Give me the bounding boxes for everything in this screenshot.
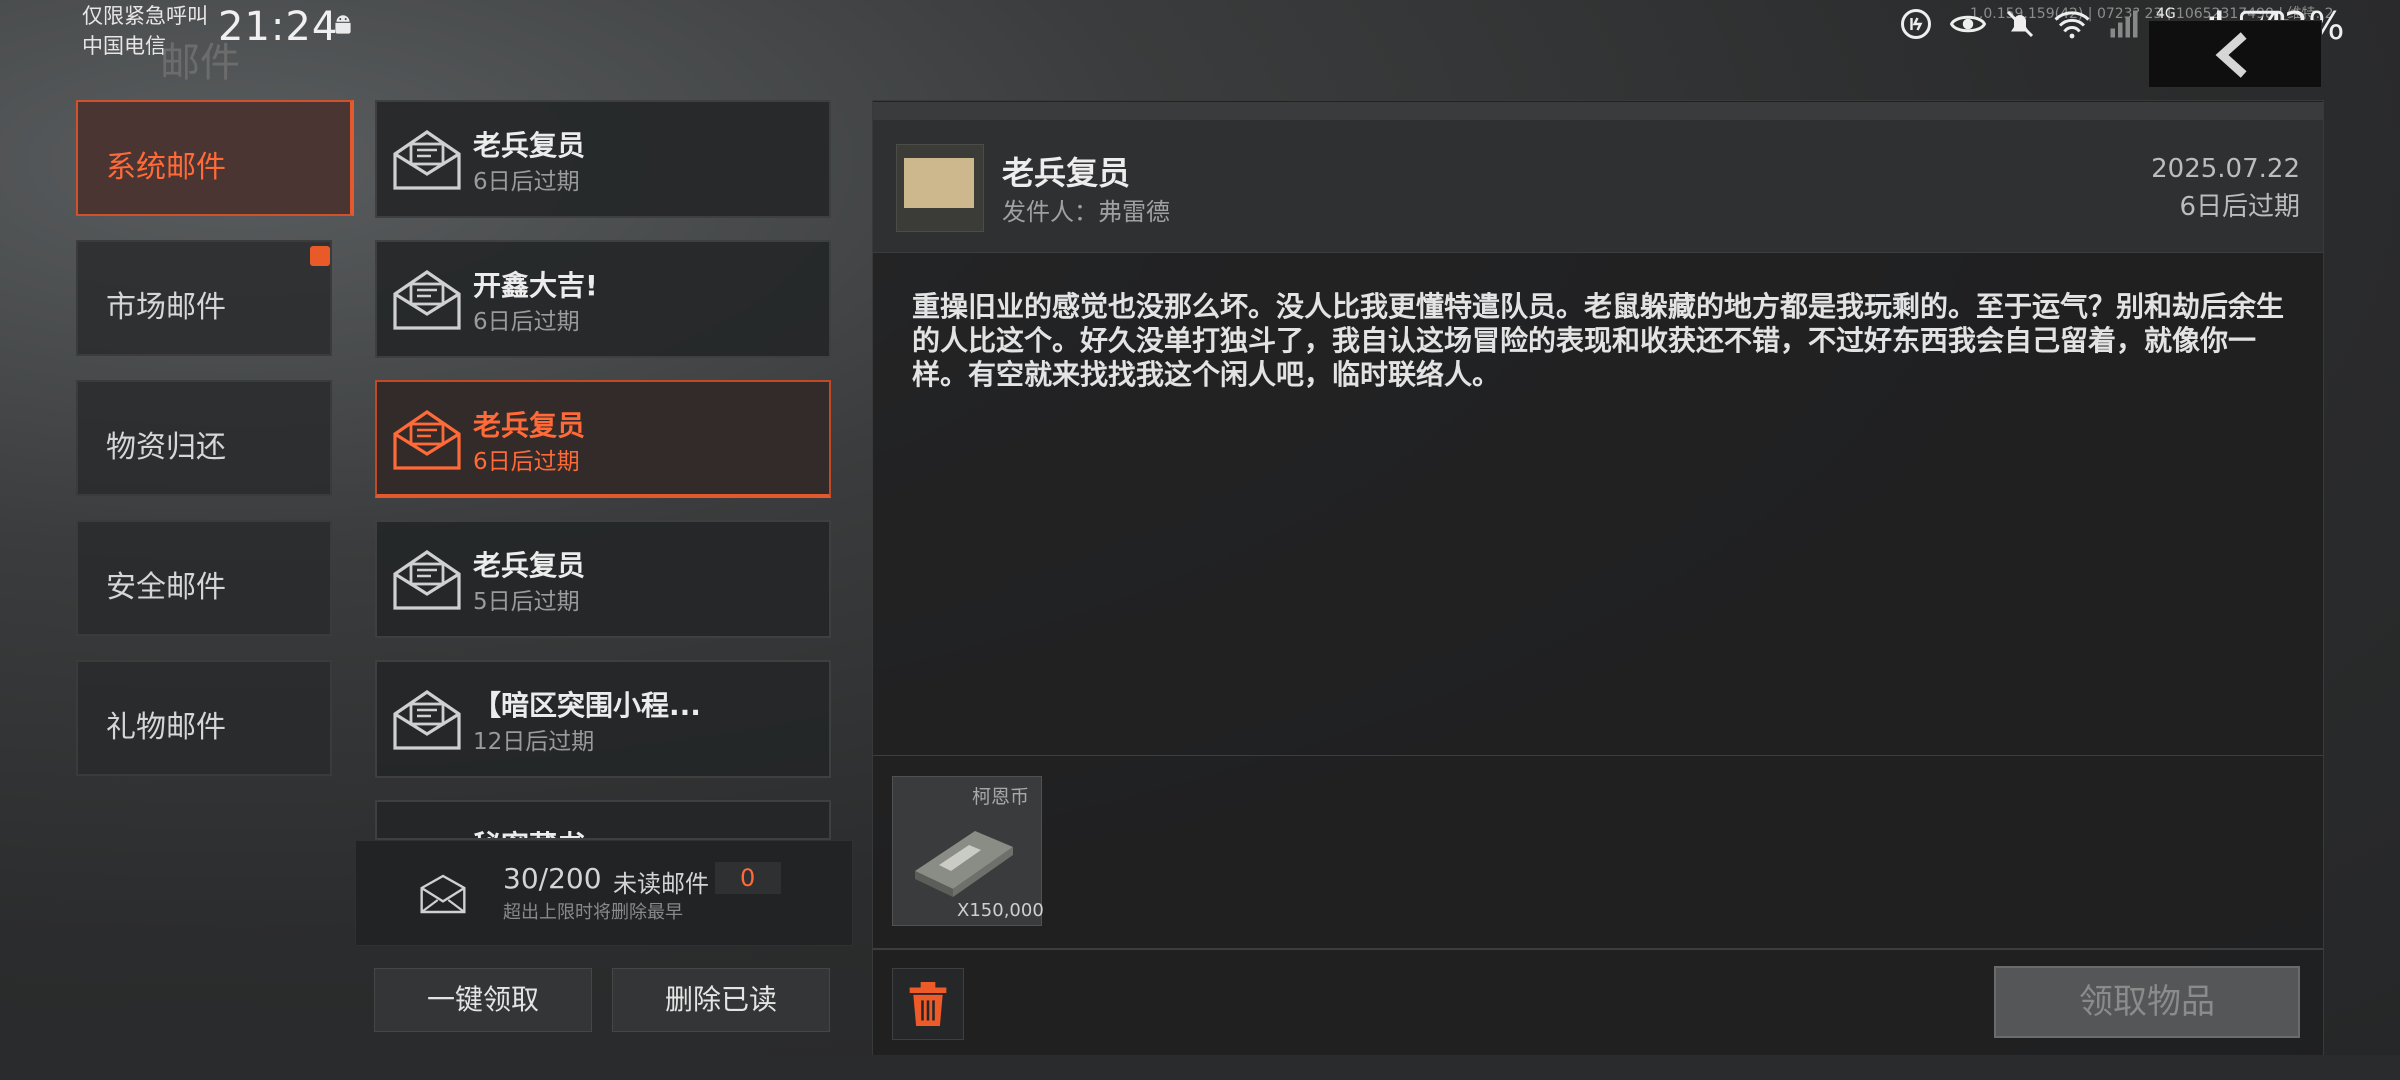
mail-expiry: 6日后过期 xyxy=(473,309,580,335)
unread-count: 0 xyxy=(740,864,756,892)
mail-item[interactable]: 【暗区突围小程... 12日后过期 xyxy=(375,660,831,778)
mail-date: 2025.07.22 xyxy=(2151,154,2300,184)
category-gift-mail[interactable]: 礼物邮件 xyxy=(76,660,332,776)
mail-detail-expiry: 6日后过期 xyxy=(2179,192,2300,222)
cash-bundle-icon xyxy=(915,831,1013,897)
mail-title: 老兵复员 xyxy=(473,549,586,582)
envelope-open-icon xyxy=(393,130,461,190)
chevron-left-icon xyxy=(2215,32,2247,78)
delete-read-button[interactable]: 删除已读 xyxy=(612,968,830,1032)
mail-expiry: 5日后过期 xyxy=(473,589,580,615)
envelope-icon xyxy=(420,874,466,914)
new-badge-icon xyxy=(310,246,330,266)
category-label: 物资归还 xyxy=(106,430,226,465)
mail-title: 【暗区突围小程... xyxy=(473,689,701,722)
mail-expiry: 6日后过期 xyxy=(473,449,580,475)
category-system-mail[interactable]: 系统邮件 xyxy=(76,100,354,216)
claim-items-button[interactable]: 领取物品 xyxy=(1994,966,2300,1038)
claim-all-button[interactable]: 一键领取 xyxy=(374,968,592,1032)
mail-item[interactable]: 老兵复员 6日后过期 xyxy=(375,100,831,218)
mail-body: 重操旧业的感觉也没那么坏。没人比我更懂特遣队员。老鼠躲藏的地方都是我玩剩的。至于… xyxy=(912,290,2285,391)
emergency-call-text: 仅限紧急呼叫 xyxy=(82,4,208,28)
divider xyxy=(873,755,2323,756)
divider xyxy=(873,948,2323,950)
unread-label: 未读邮件 xyxy=(613,870,709,898)
mail-sender: 发件人：弗雷德 xyxy=(1002,198,1170,226)
limit-note: 超出上限时将删除最早 xyxy=(503,902,683,923)
envelope-open-icon xyxy=(393,690,461,750)
signal-icon xyxy=(2110,10,2138,38)
envelope-open-icon xyxy=(393,270,461,330)
mail-item-partial[interactable]: 秘密藏书 xyxy=(375,800,831,840)
category-label: 礼物邮件 xyxy=(106,710,226,745)
delete-mail-button[interactable] xyxy=(892,968,964,1040)
mail-title: 老兵复员 xyxy=(473,409,586,442)
category-supply-return[interactable]: 物资归还 xyxy=(76,380,332,496)
envelope-open-icon xyxy=(393,410,461,470)
mail-title: 开鑫大吉! xyxy=(473,269,598,302)
mail-item[interactable]: 老兵复员 5日后过期 xyxy=(375,520,831,638)
page-title: 邮件 xyxy=(160,40,240,86)
bottom-bar xyxy=(0,1055,2400,1080)
letter-image xyxy=(904,158,974,208)
mail-detail-title: 老兵复员 xyxy=(1002,154,1131,192)
category-market-mail[interactable]: 市场邮件 xyxy=(76,240,332,356)
trash-icon xyxy=(909,982,947,1026)
eye-icon xyxy=(1949,15,1987,33)
carrier-name: 中国电信 xyxy=(82,34,166,58)
category-security-mail[interactable]: 安全邮件 xyxy=(76,520,332,636)
mail-item[interactable]: 开鑫大吉! 6日后过期 xyxy=(375,240,831,358)
attachment-name: 柯恩币 xyxy=(972,786,1030,808)
back-button[interactable] xyxy=(2148,20,2322,88)
envelope-open-icon xyxy=(393,550,461,610)
data-saver-icon xyxy=(1901,9,1931,39)
category-label: 安全邮件 xyxy=(106,570,226,605)
mail-title: 秘密藏书 xyxy=(473,824,585,838)
mail-count: 30/200 xyxy=(503,862,602,895)
mail-expiry: 6日后过期 xyxy=(473,169,580,195)
attachment-quantity: X150,000 xyxy=(957,900,1044,921)
category-label: 系统邮件 xyxy=(106,150,226,185)
wifi-icon xyxy=(2054,11,2090,39)
bell-muted-icon xyxy=(2006,10,2034,38)
category-label: 市场邮件 xyxy=(106,290,226,325)
mail-title: 老兵复员 xyxy=(473,129,586,162)
mail-expiry: 12日后过期 xyxy=(473,729,595,755)
android-icon xyxy=(335,15,351,34)
mail-item-selected[interactable]: 老兵复员 6日后过期 xyxy=(375,380,831,498)
detail-top-strip xyxy=(873,102,2323,120)
